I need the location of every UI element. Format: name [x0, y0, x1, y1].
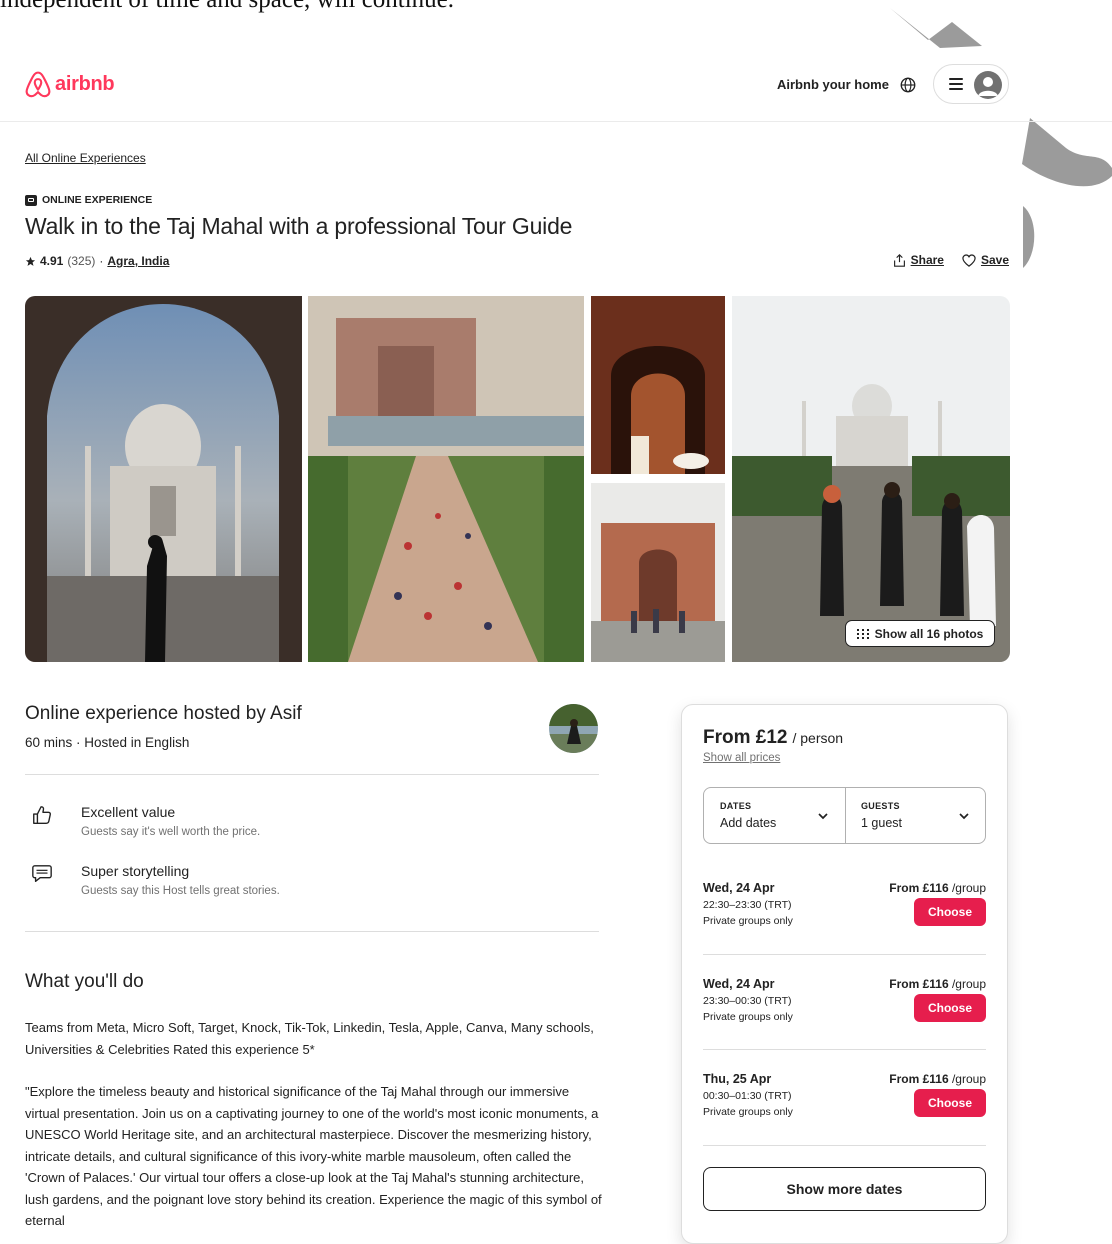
slot-price: From £116 /group [889, 1072, 986, 1086]
time-slot: Wed, 24 Apr 23:30–00:30 (TRT) Private gr… [703, 977, 986, 1037]
dates-label: DATES [720, 801, 752, 811]
feature-desc-super-storytelling: Guests say this Host tells great stories… [81, 885, 280, 897]
review-count[interactable]: (325) [67, 254, 95, 268]
top-header: airbnb Airbnb your home [0, 48, 1112, 122]
slot-note: Private groups only [703, 1106, 793, 1118]
gallery-photo-3[interactable] [591, 296, 725, 474]
slot-price-amount: From £116 [889, 1072, 949, 1086]
host-heading: Online experience hosted by Asif [25, 703, 302, 724]
time-slot: Thu, 25 Apr 00:30–01:30 (TRT) Private gr… [703, 1072, 986, 1132]
airbnb-logo[interactable]: airbnb [25, 70, 115, 98]
user-avatar-icon [974, 71, 1002, 99]
slot-date: Wed, 24 Apr [703, 977, 775, 991]
location-link[interactable]: Agra, India [107, 254, 169, 268]
slot-price-unit: /group [951, 881, 986, 895]
show-more-dates-button[interactable]: Show more dates [703, 1167, 986, 1211]
description-paragraph-2: "Explore the timeless beauty and histori… [25, 1084, 602, 1228]
price-unit: / person [792, 730, 844, 746]
section-divider [25, 931, 599, 932]
title-actions: Share Save [893, 253, 1009, 267]
guests-value: 1 guest [861, 816, 903, 830]
globe-icon[interactable] [899, 76, 917, 94]
star-icon [25, 256, 36, 266]
show-all-photos-button[interactable]: Show all 16 photos [845, 620, 995, 647]
hamburger-icon [949, 78, 963, 93]
slot-price: From £116 /group [889, 977, 986, 991]
slot-price: From £116 /group [889, 881, 986, 895]
speech-bubble-icon [32, 865, 52, 883]
thumbs-up-icon [33, 806, 51, 824]
slot-price-amount: From £116 [889, 881, 949, 895]
show-all-prices-link[interactable]: Show all prices [703, 752, 780, 764]
guests-label: GUESTS [861, 801, 900, 811]
rating-value: 4.91 [40, 254, 64, 268]
feature-desc-excellent-value: Guests say it's well worth the price. [81, 826, 261, 838]
booking-card: From £12 / person Show all prices DATES … [681, 704, 1008, 1244]
share-icon [893, 253, 905, 267]
user-menu-button[interactable] [933, 64, 1009, 104]
save-label: Save [980, 253, 1009, 267]
price-row: From £12 / person [703, 727, 843, 749]
save-button[interactable]: Save [962, 253, 1009, 267]
feature-title-excellent-value: Excellent value [81, 804, 176, 820]
choose-button[interactable]: Choose [914, 898, 986, 926]
slot-price-unit: /group [951, 977, 986, 991]
meta-separator: · [99, 254, 104, 268]
airbnb-logo-icon [25, 71, 51, 98]
page-title: Walk in to the Taj Mahal with a professi… [25, 213, 573, 239]
rating-location-row: 4.91 (325) · Agra, India [25, 254, 169, 268]
description-paragraph-1: Teams from Meta, Micro Soft, Target, Kno… [25, 1020, 594, 1057]
slot-date: Thu, 25 Apr [703, 1072, 772, 1086]
feature-title-super-storytelling: Super storytelling [81, 863, 190, 879]
grid-dots-icon [856, 628, 869, 639]
gallery-photo-1[interactable] [25, 296, 302, 662]
slot-note: Private groups only [703, 1011, 793, 1023]
slot-date: Wed, 24 Apr [703, 881, 775, 895]
slot-divider [703, 1145, 986, 1146]
dates-guests-selector: DATES Add dates GUESTS 1 guest [703, 787, 986, 844]
breadcrumb-all-online-experiences[interactable]: All Online Experiences [25, 151, 146, 165]
share-label: Share [910, 253, 944, 267]
decorative-swoosh-graphic [890, 8, 1112, 268]
slot-time: 23:30–00:30 (TRT) [703, 995, 792, 1007]
slot-price-unit: /group [951, 1072, 986, 1086]
choose-button[interactable]: Choose [914, 1089, 986, 1117]
gallery-photo-4[interactable] [591, 483, 725, 662]
gallery-photo-5[interactable] [732, 296, 1010, 662]
host-avatar[interactable] [549, 704, 598, 753]
gallery-photo-2[interactable] [308, 296, 584, 662]
online-experience-icon [25, 194, 37, 206]
time-slot: Wed, 24 Apr 22:30–23:30 (TRT) Private gr… [703, 881, 986, 941]
slot-divider [703, 954, 986, 955]
slot-note: Private groups only [703, 915, 793, 927]
dates-picker[interactable]: DATES Add dates [704, 788, 846, 843]
airbnb-your-home-link[interactable]: Airbnb your home [777, 77, 889, 92]
slot-time: 22:30–23:30 (TRT) [703, 899, 792, 911]
heart-icon [962, 253, 976, 267]
dates-value: Add dates [720, 816, 777, 830]
slot-divider [703, 1049, 986, 1050]
slot-price-amount: From £116 [889, 977, 949, 991]
logo-wordmark: airbnb [55, 72, 115, 95]
section-divider [25, 774, 599, 775]
price-from: From £12 [703, 727, 788, 748]
slot-time: 00:30–01:30 (TRT) [703, 1090, 792, 1102]
share-button[interactable]: Share [893, 253, 944, 267]
experience-type-label: ONLINE EXPERIENCE [25, 194, 152, 206]
cropped-heading-text: independent of time and space, will cont… [0, 0, 454, 14]
choose-button[interactable]: Choose [914, 994, 986, 1022]
chevron-down-icon [818, 813, 828, 820]
show-all-photos-label: Show all 16 photos [874, 626, 984, 641]
experience-type-text: ONLINE EXPERIENCE [42, 194, 153, 206]
what-youll-do-heading: What you'll do [25, 971, 144, 992]
guests-picker[interactable]: GUESTS 1 guest [845, 788, 986, 843]
host-subtitle: 60 mins · Hosted in English [25, 735, 190, 750]
chevron-down-icon [959, 813, 969, 820]
